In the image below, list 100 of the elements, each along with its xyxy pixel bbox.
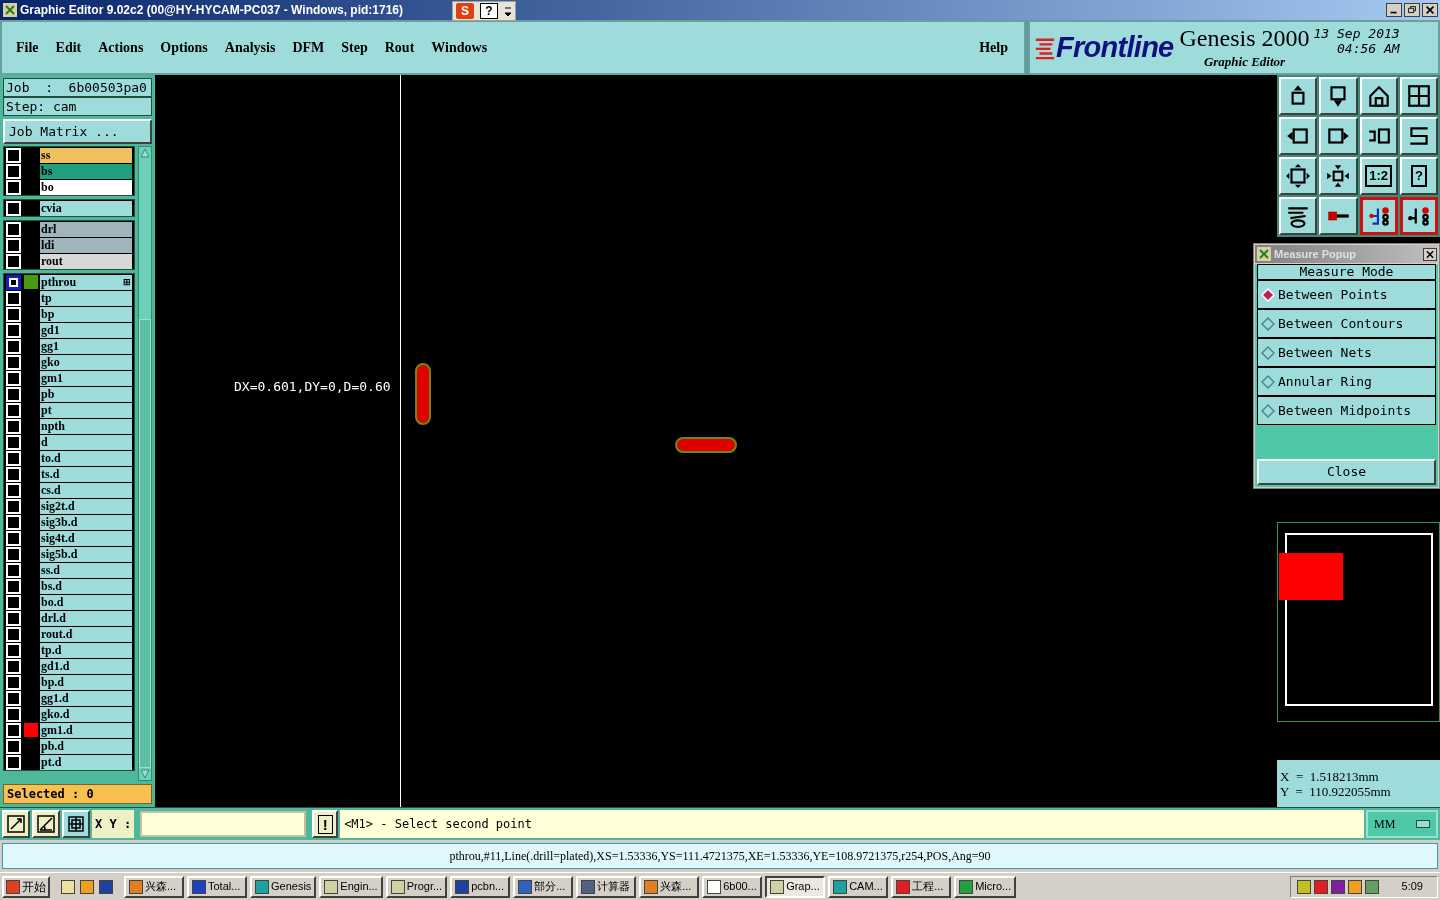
close-icon[interactable] xyxy=(1422,3,1438,17)
tray-icon xyxy=(1347,879,1362,894)
menu-item[interactable]: Rout xyxy=(384,37,415,58)
layer-row[interactable]: drl.d xyxy=(4,610,134,626)
toolbar-button[interactable]: 1:2 xyxy=(1359,157,1398,195)
layer-row[interactable]: rout xyxy=(4,253,134,269)
radio-diamond[interactable] xyxy=(1261,403,1275,418)
layer-row[interactable]: cs.d xyxy=(4,482,134,498)
menu-item[interactable]: File xyxy=(16,37,39,58)
alert-button[interactable]: ! xyxy=(312,810,339,838)
layer-row[interactable]: bp xyxy=(4,306,134,322)
layer-row[interactable]: sig5b.d xyxy=(4,546,134,562)
layer-row[interactable]: sig3b.d xyxy=(4,514,134,530)
layer-row[interactable]: ss.d xyxy=(4,562,134,578)
close-button[interactable]: Close xyxy=(1257,459,1436,485)
taskbar-button[interactable]: 工程... xyxy=(891,875,952,898)
menu-item[interactable]: Edit xyxy=(55,37,82,58)
job-matrix-button[interactable]: Job Matrix ... xyxy=(3,119,152,144)
layer-row[interactable]: drl xyxy=(4,221,134,237)
layer-row[interactable]: gd1.d xyxy=(4,658,134,674)
layer-row[interactable]: bp.d xyxy=(4,674,134,690)
mode-radio[interactable]: Between Nets xyxy=(1257,338,1436,367)
tool-button[interactable] xyxy=(32,810,60,838)
toolbar-button[interactable]: ? xyxy=(1399,157,1438,195)
scroll-thumb[interactable] xyxy=(139,319,151,768)
toolbar-button[interactable] xyxy=(1399,197,1438,235)
overview-map[interactable] xyxy=(1277,522,1440,722)
layer-row[interactable]: pthrou ⊞ xyxy=(4,274,134,290)
product-subtitle: Graphic Editor xyxy=(1203,52,1286,71)
layer-row[interactable]: tp xyxy=(4,290,134,306)
menu-item[interactable]: Options xyxy=(160,37,208,58)
taskbar-button[interactable]: Micro... xyxy=(954,875,1017,898)
mode-radio[interactable]: Between Points xyxy=(1257,280,1436,309)
layer-row[interactable]: tp.d xyxy=(4,642,134,658)
xy-input-field[interactable] xyxy=(140,811,307,837)
menu-item[interactable]: Analysis xyxy=(224,37,276,58)
layer-row[interactable]: pb xyxy=(4,386,134,402)
layer-row[interactable]: npth xyxy=(4,418,134,434)
menu-item[interactable]: Windows xyxy=(431,37,488,58)
menu-item[interactable]: Help xyxy=(979,37,1008,58)
taskbar-button[interactable]: 兴森... xyxy=(639,875,700,898)
toolbar-button[interactable] xyxy=(1359,197,1398,235)
layer-row[interactable]: ts.d xyxy=(4,466,134,482)
taskbar-button[interactable]: Engin... xyxy=(319,875,383,898)
restore-icon[interactable] xyxy=(1404,3,1420,17)
layer-row[interactable]: gg1.d xyxy=(4,690,134,706)
mode-radio[interactable]: Annular Ring xyxy=(1257,367,1436,396)
close-icon[interactable] xyxy=(1423,247,1437,261)
radio-diamond[interactable] xyxy=(1261,374,1275,389)
layer-row[interactable]: bo.d xyxy=(4,594,134,610)
mode-radio[interactable]: Between Contours xyxy=(1257,309,1436,338)
layer-row[interactable]: sig4t.d xyxy=(4,530,134,546)
menu-item[interactable]: DFM xyxy=(292,37,325,58)
s-button[interactable]: S xyxy=(456,3,474,19)
layer-row[interactable]: ss xyxy=(4,147,134,163)
layer-row[interactable]: gg1 xyxy=(4,338,134,354)
scrollbar[interactable] xyxy=(138,146,152,781)
taskbar-button[interactable]: 部分... xyxy=(513,875,574,898)
menu-item[interactable]: Step xyxy=(341,37,368,58)
layer-row[interactable]: pt.d xyxy=(4,754,134,770)
units-dropdown[interactable]: MM xyxy=(1366,810,1438,838)
layer-row[interactable]: gm1 xyxy=(4,370,134,386)
taskbar-button[interactable]: 6b00... xyxy=(702,875,763,898)
layer-row[interactable]: bs.d xyxy=(4,578,134,594)
layer-row[interactable]: gko.d xyxy=(4,706,134,722)
radio-diamond[interactable] xyxy=(1261,316,1275,331)
taskbar-button[interactable]: 兴森... xyxy=(124,875,184,898)
layer-checkbox[interactable] xyxy=(6,274,21,290)
minimize-icon[interactable] xyxy=(1386,3,1402,17)
tool-button[interactable] xyxy=(2,810,30,838)
layer-row[interactable]: rout.d xyxy=(4,626,134,642)
layer-row[interactable]: sig2t.d xyxy=(4,498,134,514)
layer-name: cvia xyxy=(40,200,132,216)
layer-row[interactable]: gd1 xyxy=(4,322,134,338)
layer-row[interactable]: to.d xyxy=(4,450,134,466)
help-button[interactable]: ? xyxy=(480,3,498,19)
layer-row[interactable]: gm1.d xyxy=(4,722,134,738)
caret-icon[interactable] xyxy=(504,5,512,17)
layer-row[interactable]: bs xyxy=(4,163,134,179)
expand-marker[interactable]: ⊞ xyxy=(123,274,132,290)
taskbar-button[interactable]: CAM... xyxy=(828,875,889,898)
layer-row[interactable]: pb.d xyxy=(4,738,134,754)
taskbar-button[interactable]: pcbn... xyxy=(450,875,511,898)
layer-row[interactable]: ldi xyxy=(4,237,134,253)
menu-item[interactable]: Actions xyxy=(98,37,144,58)
layer-row[interactable]: gko xyxy=(4,354,134,370)
mode-radio[interactable]: Between Midpoints xyxy=(1257,396,1436,425)
radio-diamond[interactable] xyxy=(1261,345,1275,360)
taskbar-button[interactable]: Genesis xyxy=(250,875,317,898)
taskbar-button[interactable]: Total... xyxy=(187,875,247,898)
dropdown-icon xyxy=(1416,820,1430,828)
layer-row[interactable]: cvia xyxy=(4,200,134,216)
taskbar-button[interactable]: Progr... xyxy=(385,875,448,898)
layer-row[interactable]: d xyxy=(4,434,134,450)
start-button[interactable]: 开始 xyxy=(2,875,50,898)
taskbar-button[interactable]: Grap... xyxy=(765,875,826,898)
tool-button[interactable] xyxy=(62,810,90,838)
layer-row[interactable]: pt xyxy=(4,402,134,418)
taskbar-button[interactable]: 计算器 xyxy=(576,875,637,898)
layer-row[interactable]: bo xyxy=(4,179,134,195)
